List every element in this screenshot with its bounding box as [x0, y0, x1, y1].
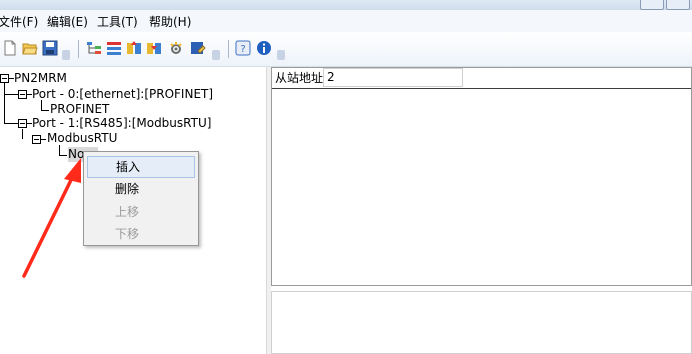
- toolbar-grip[interactable]: [277, 50, 285, 60]
- tree-node-modbusrtu[interactable]: ModbusRTU: [47, 131, 117, 146]
- collapse-toggle[interactable]: [32, 135, 41, 144]
- tree-line: [41, 139, 46, 140]
- menu-help[interactable]: 帮助(H): [149, 14, 191, 30]
- tree-view-icon[interactable]: [86, 40, 102, 56]
- menu-edit[interactable]: 编辑(E): [47, 14, 88, 30]
- menu-file[interactable]: 文件(F): [0, 14, 38, 30]
- toolbar-grip[interactable]: [62, 50, 70, 60]
- tree-node-profinet[interactable]: PROFINET: [50, 102, 109, 117]
- tree-line: [4, 94, 18, 95]
- context-move-down: 下移: [115, 227, 140, 241]
- collapse-toggle[interactable]: [18, 90, 27, 99]
- tree-line: [59, 145, 60, 155]
- tree-line: [4, 83, 5, 123]
- toolbar-grip[interactable]: [212, 50, 220, 60]
- help-icon[interactable]: ?: [235, 40, 251, 56]
- tree-line: [41, 110, 49, 111]
- list-icon[interactable]: [106, 40, 122, 56]
- tree-line: [59, 155, 67, 156]
- info-icon[interactable]: [256, 40, 272, 56]
- tree-line: [41, 100, 42, 110]
- save-icon[interactable]: [42, 40, 58, 56]
- edit-icon[interactable]: [190, 40, 206, 56]
- slave-address-input[interactable]: 2: [323, 68, 463, 87]
- context-delete[interactable]: 删除: [87, 178, 195, 200]
- toolbar-separator: [78, 40, 79, 58]
- collapse-toggle[interactable]: [18, 119, 27, 128]
- context-insert[interactable]: 插入: [87, 156, 195, 178]
- minimize-button[interactable]: [640, 0, 664, 10]
- maximize-button[interactable]: [666, 0, 690, 10]
- tree-line: [22, 129, 23, 139]
- collapse-toggle[interactable]: [0, 74, 9, 83]
- title-bar: [0, 0, 692, 10]
- upload-icon[interactable]: [126, 40, 142, 56]
- menu-bar: 文件(F) 编辑(E) 工具(T) 帮助(H): [0, 10, 692, 32]
- tree-line: [4, 123, 18, 124]
- open-folder-icon[interactable]: [22, 40, 38, 56]
- tree-node-root[interactable]: PN2MRM: [14, 71, 67, 86]
- context-move-up: 上移: [115, 205, 140, 219]
- properties-panel: 从站地址 2: [271, 67, 692, 286]
- property-row: 从站地址 2: [272, 68, 691, 89]
- settings-icon[interactable]: [168, 40, 184, 56]
- context-menu: 插入 删除 上移 下移: [83, 151, 199, 246]
- toolbar: ?: [0, 32, 692, 67]
- menu-tools[interactable]: 工具(T): [97, 14, 138, 30]
- new-file-icon[interactable]: [2, 40, 18, 56]
- tree-node-port-1[interactable]: Port - 1:[RS485]:[ModbusRTU]: [32, 116, 211, 131]
- slave-address-label: 从站地址: [275, 71, 324, 85]
- svg-text:?: ?: [240, 44, 245, 55]
- download-icon[interactable]: [146, 40, 162, 56]
- toolbar-separator: [228, 40, 229, 58]
- output-panel: [271, 291, 692, 354]
- tree-node-port-0[interactable]: Port - 0:[ethernet]:[PROFINET]: [32, 87, 213, 102]
